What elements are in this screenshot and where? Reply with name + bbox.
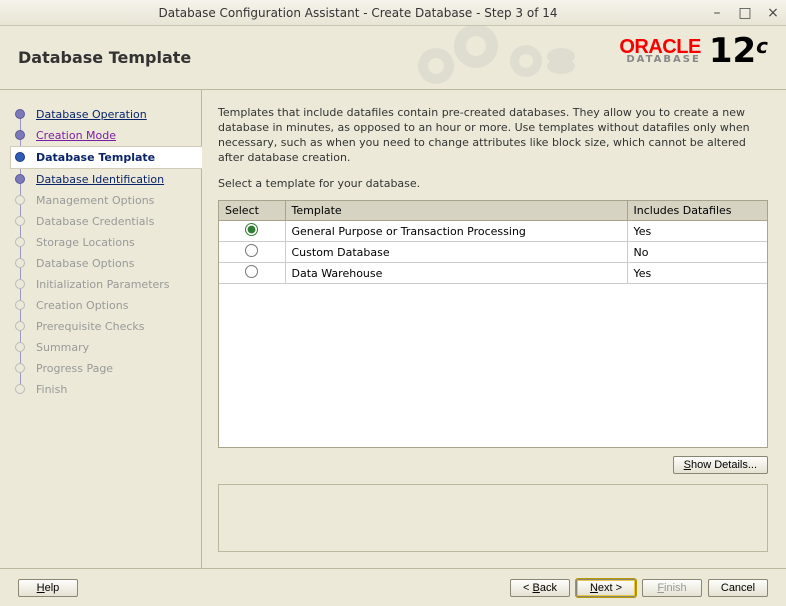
sidebar-step-label: Progress Page: [36, 362, 113, 375]
sidebar-step-label: Management Options: [36, 194, 154, 207]
back-button[interactable]: < Back: [510, 579, 570, 597]
header-gear-decoration: [406, 26, 586, 90]
sidebar-step-11: Summary: [10, 337, 201, 358]
step-bullet-icon: [15, 384, 25, 394]
close-icon[interactable]: ×: [766, 5, 780, 21]
window-title: Database Configuration Assistant - Creat…: [6, 6, 710, 20]
footer: Help < Back Next > Finish Cancel: [0, 568, 786, 606]
brand-sub: DATABASE: [619, 55, 700, 65]
window-controls: – □ ×: [710, 5, 780, 21]
sidebar-step-label: Finish: [36, 383, 67, 396]
sidebar-step-0[interactable]: Database Operation: [10, 104, 201, 125]
page-title: Database Template: [18, 48, 191, 67]
step-bullet-icon: [15, 300, 25, 310]
main-area: Database Operation Creation Mode Database …: [0, 90, 786, 568]
sidebar-step-label: Prerequisite Checks: [36, 320, 144, 333]
step-bullet-icon: [15, 152, 25, 162]
sidebar-step-label: Summary: [36, 341, 89, 354]
sidebar-step-10: Prerequisite Checks: [10, 316, 201, 337]
includes-cell: Yes: [627, 221, 767, 242]
sidebar-step-link[interactable]: Database Operation: [36, 108, 147, 121]
finish-button[interactable]: Finish: [642, 579, 702, 597]
header: Database Template ORACLE DATABASE 12c: [0, 26, 786, 90]
col-template: Template: [285, 201, 627, 221]
subdescription-text: Select a template for your database.: [218, 177, 768, 190]
titlebar: Database Configuration Assistant - Creat…: [0, 0, 786, 26]
minimize-icon[interactable]: –: [710, 5, 724, 21]
sidebar-step-label: Database Credentials: [36, 215, 154, 228]
includes-cell: No: [627, 242, 767, 263]
sidebar-step-13: Finish: [10, 379, 201, 400]
sidebar-step-3[interactable]: Database Identification: [10, 169, 201, 190]
sidebar-step-label: Creation Options: [36, 299, 128, 312]
sidebar-step-1[interactable]: Creation Mode: [10, 125, 201, 146]
sidebar-step-label: Storage Locations: [36, 236, 135, 249]
cancel-button[interactable]: Cancel: [708, 579, 768, 597]
sidebar-step-label: Database Template: [36, 151, 155, 164]
sidebar-step-link[interactable]: Database Identification: [36, 173, 164, 186]
show-details-button[interactable]: Show Details...: [673, 456, 768, 474]
table-row[interactable]: General Purpose or Transaction Processin…: [219, 221, 767, 242]
step-bullet-icon: [15, 237, 25, 247]
sidebar-step-label: Database Options: [36, 257, 134, 270]
template-radio[interactable]: [245, 244, 258, 257]
sidebar-step-5: Database Credentials: [10, 211, 201, 232]
step-bullet-icon: [15, 342, 25, 352]
details-row: Show Details...: [218, 456, 768, 474]
template-radio[interactable]: [245, 265, 258, 278]
sidebar-step-label: Initialization Parameters: [36, 278, 170, 291]
help-button[interactable]: Help: [18, 579, 78, 597]
message-area: [218, 484, 768, 552]
sidebar-step-9: Creation Options: [10, 295, 201, 316]
sidebar-step-12: Progress Page: [10, 358, 201, 379]
template-table-wrap: Select Template Includes Datafiles Gener…: [218, 200, 768, 448]
step-bullet-icon: [15, 258, 25, 268]
step-bullet-icon: [15, 130, 25, 140]
table-row[interactable]: Data WarehouseYes: [219, 263, 767, 284]
sidebar-step-8: Initialization Parameters: [10, 274, 201, 295]
sidebar-step-2: Database Template: [10, 146, 202, 169]
step-bullet-icon: [15, 174, 25, 184]
content-pane: Templates that include datafiles contain…: [202, 90, 786, 568]
oracle-logo: ORACLE DATABASE 12c: [619, 34, 768, 68]
description-text: Templates that include datafiles contain…: [218, 106, 768, 165]
col-includes: Includes Datafiles: [627, 201, 767, 221]
step-list: Database Operation Creation Mode Database …: [10, 104, 201, 400]
template-name-cell: General Purpose or Transaction Processin…: [285, 221, 627, 242]
maximize-icon[interactable]: □: [738, 5, 752, 21]
step-bullet-icon: [15, 321, 25, 331]
step-bullet-icon: [15, 216, 25, 226]
step-bullet-icon: [15, 279, 25, 289]
step-bullet-icon: [15, 195, 25, 205]
next-button[interactable]: Next >: [576, 579, 636, 597]
includes-cell: Yes: [627, 263, 767, 284]
table-row[interactable]: Custom DatabaseNo: [219, 242, 767, 263]
template-name-cell: Custom Database: [285, 242, 627, 263]
col-select: Select: [219, 201, 285, 221]
step-bullet-icon: [15, 109, 25, 119]
sidebar-step-link[interactable]: Creation Mode: [36, 129, 116, 142]
template-radio[interactable]: [245, 223, 258, 236]
sidebar-step-7: Database Options: [10, 253, 201, 274]
step-bullet-icon: [15, 363, 25, 373]
template-table: Select Template Includes Datafiles Gener…: [219, 201, 767, 284]
sidebar-step-4: Management Options: [10, 190, 201, 211]
template-name-cell: Data Warehouse: [285, 263, 627, 284]
sidebar-step-6: Storage Locations: [10, 232, 201, 253]
brand-version: 12c: [709, 34, 768, 68]
sidebar: Database Operation Creation Mode Database …: [0, 90, 202, 568]
